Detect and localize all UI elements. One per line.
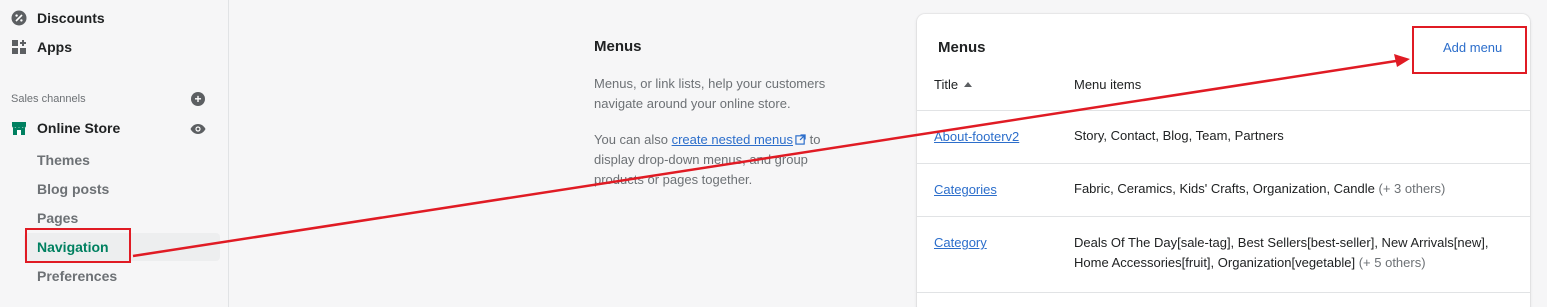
- menu-title-link[interactable]: Categories: [934, 182, 997, 197]
- table-row: Categories Fabric, Ceramics, Kids' Craft…: [917, 163, 1530, 216]
- menu-title-link[interactable]: About-footerv2: [934, 129, 1019, 144]
- view-store-eye-icon[interactable]: [190, 122, 206, 141]
- add-channel-icon[interactable]: +: [191, 92, 205, 106]
- add-menu-highlight-box: [1412, 26, 1527, 74]
- sidebar-item-online-store[interactable]: Online Store: [8, 114, 220, 142]
- menu-items-text: Fabric, Ceramics, Kids' Crafts, Organiza…: [1074, 179, 1514, 199]
- menus-description: Menus Menus, or link lists, help your cu…: [594, 38, 854, 190]
- navigation-highlight-box: [25, 228, 131, 263]
- table-row: [917, 292, 1530, 307]
- menu-items-list: Story, Contact, Blog, Team, Partners: [1074, 128, 1284, 143]
- more-count: (+ 3 others): [1378, 181, 1446, 196]
- column-header-title[interactable]: Title: [934, 77, 973, 92]
- menu-items-list: Fabric, Ceramics, Kids' Crafts, Organiza…: [1074, 181, 1375, 196]
- sort-ascending-icon: [964, 82, 973, 87]
- sidebar-item-label: Apps: [37, 39, 72, 55]
- text-prefix: You can also: [594, 132, 672, 147]
- create-nested-menus-link[interactable]: create nested menus: [672, 132, 793, 147]
- sidebar-item-apps[interactable]: Apps: [8, 33, 220, 61]
- menu-title-link[interactable]: Category: [934, 235, 987, 250]
- more-count: (+ 5 others): [1358, 255, 1426, 270]
- sidebar-item-label: Discounts: [37, 10, 105, 26]
- menu-items-list: Deals Of The Day[sale-tag], Best Sellers…: [1074, 235, 1489, 270]
- external-link-icon: [795, 134, 806, 145]
- sidebar-item-discounts[interactable]: Discounts: [8, 4, 220, 32]
- sidebar-item-themes[interactable]: Themes: [24, 146, 220, 174]
- table-row: About-footerv2 Story, Contact, Blog, Tea…: [917, 110, 1530, 163]
- table-row: Category Deals Of The Day[sale-tag], Bes…: [917, 216, 1530, 292]
- sidebar-item-label: Online Store: [37, 120, 121, 136]
- store-icon: [10, 119, 28, 137]
- description-text: Menus, or link lists, help your customer…: [594, 76, 826, 111]
- section-heading: Menus: [594, 38, 642, 55]
- card-title: Menus: [938, 39, 986, 56]
- menu-items-text: Story, Contact, Blog, Team, Partners: [1074, 126, 1514, 146]
- nested-menus-text: You can also create nested menus to disp…: [594, 130, 854, 190]
- sidebar-item-blog-posts[interactable]: Blog posts: [24, 175, 220, 203]
- discounts-icon: [10, 9, 28, 27]
- sales-channels-heading: Sales channels: [11, 93, 86, 105]
- sidebar-item-preferences[interactable]: Preferences: [24, 262, 220, 290]
- apps-icon: [10, 38, 28, 56]
- column-title-label: Title: [934, 77, 959, 92]
- column-header-menu-items: Menu items: [1074, 77, 1142, 92]
- menu-items-text: Deals Of The Day[sale-tag], Best Sellers…: [1074, 233, 1514, 273]
